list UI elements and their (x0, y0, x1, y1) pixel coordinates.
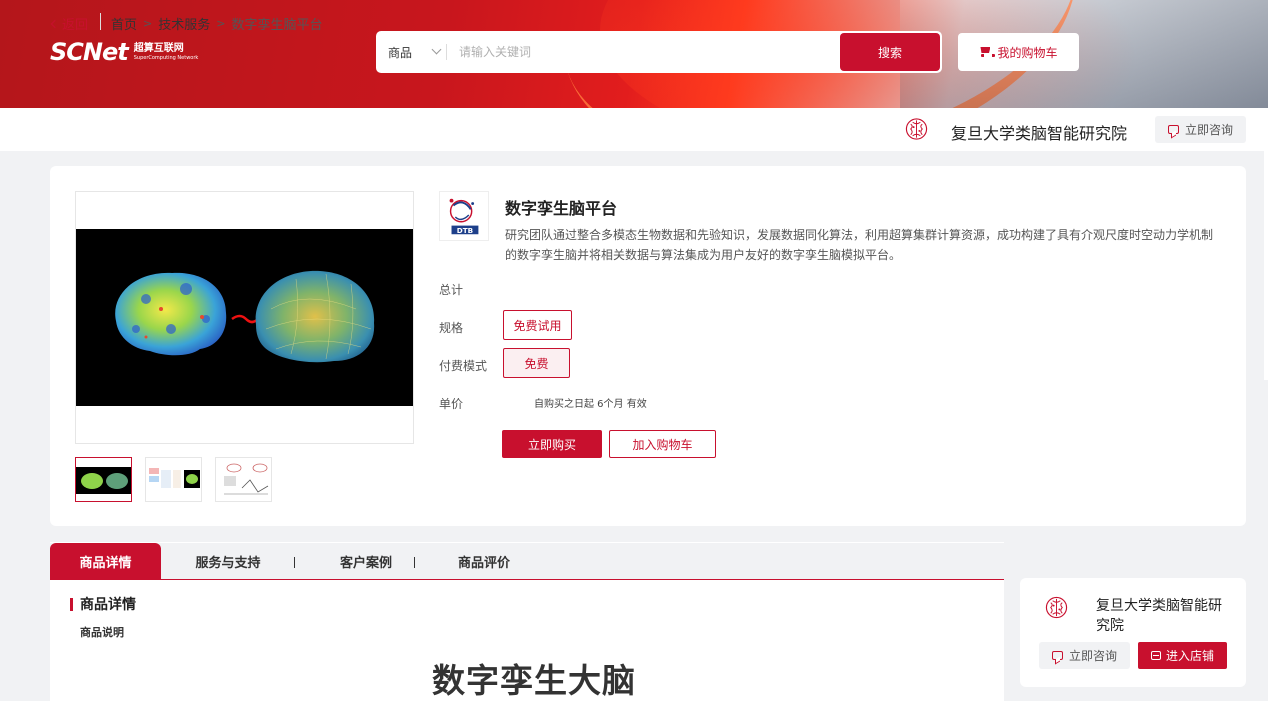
tab-product-reviews[interactable]: 商品评价 (434, 543, 534, 580)
product-main-image (75, 191, 414, 444)
tab-customer-cases[interactable]: 客户案例 (316, 543, 416, 580)
detail-heading: 商品详情 (70, 594, 136, 614)
chevron-left-icon (50, 19, 60, 28)
thumbnail-1[interactable] (75, 457, 132, 502)
search-input[interactable] (447, 31, 840, 73)
product-description: 研究团队通过整合多模态生物数据和先验知识，发展数据同化算法，利用超算集群计算资源… (505, 228, 1214, 262)
detail-big-title: 数字孪生大脑 (432, 661, 636, 700)
chat-icon (1051, 651, 1063, 660)
product-logo-icon: DTB (439, 191, 489, 241)
thumbnail-brain-image (76, 467, 131, 494)
shop-consult-button[interactable]: 立即咨询 (1039, 642, 1130, 669)
breadcrumb-separator: > (143, 17, 153, 30)
search-button[interactable]: 搜索 (840, 33, 940, 71)
back-label: 返回 (62, 18, 89, 33)
breadcrumb: 首页 > 技术服务 > 数字孪生脑平台 (111, 14, 322, 33)
unit-price-label: 单价 (439, 397, 464, 411)
total-label: 总计 (439, 283, 464, 297)
search-bar: 商品 搜索 (376, 31, 942, 73)
detail-subheading: 商品说明 (80, 626, 124, 639)
logo-subtitle: 超算互联网 SuperComputing Network (133, 42, 199, 61)
product-title: 数字孪生脑平台 (505, 199, 618, 218)
shop-consult-label: 立即咨询 (1068, 649, 1117, 663)
tab-service-support[interactable]: 服务与支持 (182, 543, 274, 580)
add-to-cart-button[interactable]: 加入购物车 (609, 430, 716, 458)
tab-bar: 商品详情 服务与支持 客户案例 商品评价 (50, 543, 1004, 580)
logo-cn: 超算互联网 (133, 42, 184, 54)
thumbnail-2[interactable] (145, 457, 202, 502)
search-category-label: 商品 (388, 45, 413, 60)
thumbnail-chart-image (224, 463, 269, 495)
scnet-logo[interactable]: SCNet 超算互联网 SuperComputing Network (50, 38, 198, 66)
logo-mark: SCNet (50, 38, 129, 66)
spec-option-free-trial[interactable]: 免费试用 (503, 310, 572, 340)
breadcrumb-home[interactable]: 首页 (111, 14, 137, 33)
tab-separator (294, 557, 295, 568)
cart-icon (979, 47, 996, 57)
chevron-down-icon (431, 44, 442, 55)
pay-mode-label: 付费模式 (439, 359, 488, 373)
consult-button[interactable]: 立即咨询 (1155, 116, 1246, 143)
tab-separator (414, 557, 415, 568)
pay-mode-option-free[interactable]: 免费 (503, 348, 570, 378)
consult-label: 立即咨询 (1184, 123, 1233, 137)
heading-accent-bar (70, 597, 73, 611)
store-icon (1150, 651, 1161, 660)
breadcrumb-separator: > (216, 17, 226, 30)
detail-heading-text: 商品详情 (80, 597, 136, 613)
breadcrumb-divider (100, 13, 101, 30)
scrollbar[interactable] (1264, 120, 1268, 380)
fudan-brain-logo-icon (905, 118, 928, 140)
thumbnail-strip (75, 457, 285, 502)
provider-name[interactable]: 复旦大学类脑智能研究院 (951, 120, 1127, 144)
thumbnail-diagram-image (149, 468, 200, 488)
buy-now-button[interactable]: 立即购买 (502, 430, 602, 458)
fudan-brain-logo-icon (1045, 596, 1068, 619)
search-category-select[interactable]: 商品 (376, 31, 446, 73)
brain-illustration (115, 270, 375, 363)
my-cart-label: 我的购物车 (997, 45, 1058, 60)
thumbnail-3[interactable] (215, 457, 272, 502)
shop-name[interactable]: 复旦大学类脑智能研究院 (1096, 596, 1226, 636)
spec-label: 规格 (439, 321, 464, 335)
unit-price-value: 自购买之日起 6个月 有效 (534, 399, 647, 410)
brain-image (76, 229, 413, 406)
back-link[interactable]: 返回 (50, 14, 89, 33)
enter-shop-button[interactable]: 进入店铺 (1138, 642, 1227, 669)
tab-product-details[interactable]: 商品详情 (50, 543, 161, 580)
my-cart-button[interactable]: 我的购物车 (958, 33, 1079, 71)
chat-icon (1167, 125, 1179, 134)
product-logo-text: DTB (457, 226, 473, 235)
logo-en: SuperComputing Network (133, 54, 199, 61)
breadcrumb-tech-services[interactable]: 技术服务 (158, 14, 210, 33)
enter-shop-label: 进入店铺 (1165, 649, 1214, 663)
banner-sheen (900, 0, 1268, 108)
breadcrumb-current: 数字孪生脑平台 (231, 18, 323, 33)
